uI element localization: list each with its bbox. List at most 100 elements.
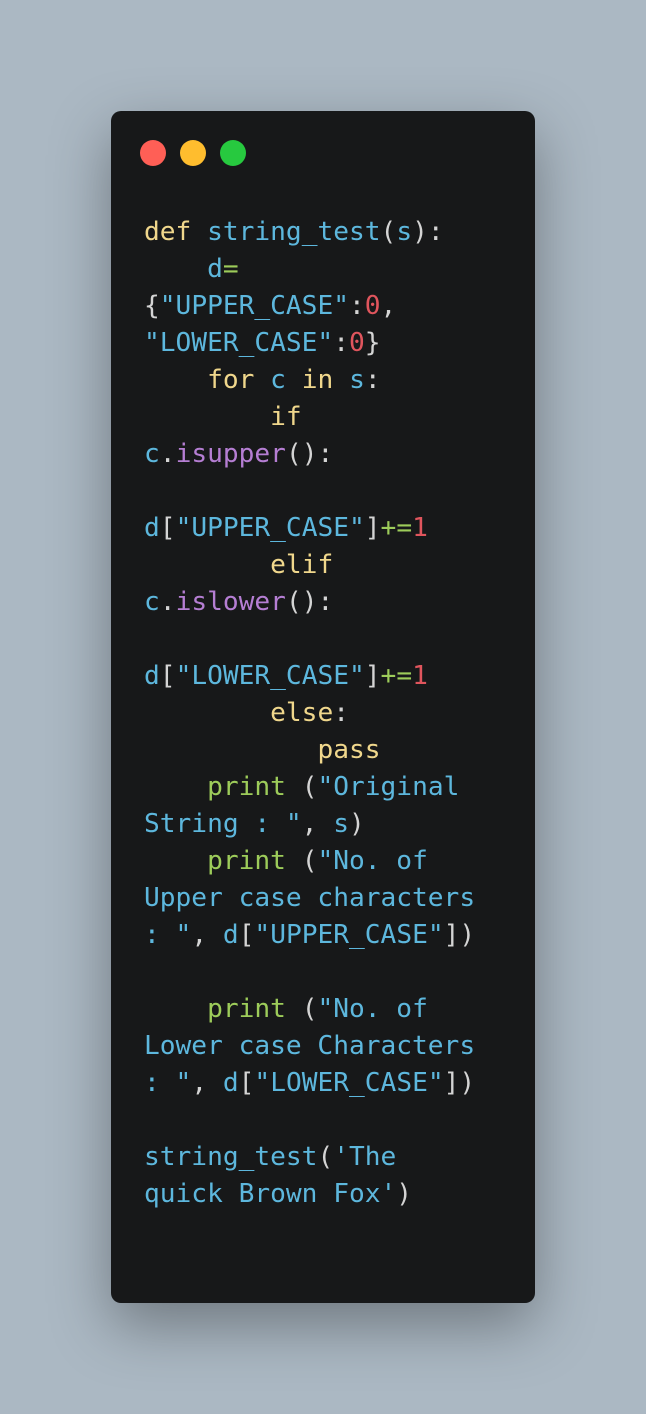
code-token: { bbox=[144, 291, 160, 321]
code-token: ( bbox=[317, 1142, 334, 1172]
code-line: Upper case characters bbox=[144, 880, 475, 917]
code-line: elif bbox=[144, 547, 475, 584]
code-token: elif bbox=[270, 550, 334, 580]
code-token: "LOWER_CASE" bbox=[144, 328, 334, 358]
code-token: in bbox=[301, 365, 334, 395]
code-token: "UPPER_CASE" bbox=[175, 513, 365, 543]
code-token: if bbox=[270, 402, 302, 432]
code-line: print ("No. of bbox=[144, 991, 475, 1028]
code-token: ( bbox=[380, 217, 397, 247]
code-token: ) bbox=[396, 1179, 413, 1209]
code-line: c.islower(): bbox=[144, 584, 475, 621]
code-line: else: bbox=[144, 695, 475, 732]
code-line: String : ", s) bbox=[144, 806, 475, 843]
code-token: "LOWER_CASE" bbox=[254, 1068, 444, 1098]
code-token: d bbox=[144, 661, 160, 691]
code-token: print bbox=[207, 846, 286, 876]
code-token: : " bbox=[144, 1068, 192, 1098]
code-token: 1 bbox=[412, 661, 428, 691]
code-token: d bbox=[144, 513, 160, 543]
code-line: Lower case Characters bbox=[144, 1028, 475, 1065]
code-token: string_test bbox=[207, 217, 381, 247]
code-token: else bbox=[270, 698, 334, 728]
maximize-button[interactable] bbox=[220, 140, 246, 166]
code-line: : ", d["LOWER_CASE"]) bbox=[144, 1065, 475, 1102]
code-token: : " bbox=[144, 920, 192, 950]
code-token: [ bbox=[159, 661, 176, 691]
code-token: def bbox=[144, 217, 192, 247]
code-token: ( bbox=[285, 846, 318, 876]
code-token: s bbox=[396, 217, 413, 247]
code-token: "No. of bbox=[317, 994, 428, 1024]
code-line: if bbox=[144, 399, 475, 436]
code-token: "No. of bbox=[317, 846, 428, 876]
code-token: : bbox=[348, 291, 365, 321]
code-token: += bbox=[380, 513, 413, 543]
code-token: ]) bbox=[443, 1068, 476, 1098]
code-token: ] bbox=[364, 513, 381, 543]
code-token: ] bbox=[364, 661, 381, 691]
code-token: "LOWER_CASE" bbox=[175, 661, 365, 691]
code-token: c bbox=[270, 365, 286, 395]
close-button[interactable] bbox=[140, 140, 166, 166]
code-token: ) bbox=[349, 809, 365, 839]
code-line: d["UPPER_CASE"]+=1 bbox=[144, 510, 475, 547]
code-line: d= bbox=[144, 251, 475, 288]
code-token: Upper case characters bbox=[144, 883, 476, 913]
code-line: d["LOWER_CASE"]+=1 bbox=[144, 658, 475, 695]
code-token: [ bbox=[238, 920, 255, 950]
code-line: print ("No. of bbox=[144, 843, 475, 880]
code-token: . bbox=[159, 439, 176, 469]
code-token: d bbox=[222, 1068, 239, 1098]
code-line: def string_test(s): bbox=[144, 214, 475, 251]
code-token: : bbox=[333, 328, 349, 358]
code-token: = bbox=[222, 254, 239, 284]
code-token: print bbox=[207, 772, 286, 802]
code-token: ): bbox=[412, 217, 444, 247]
code-token: , bbox=[301, 809, 334, 839]
code-token: s bbox=[333, 809, 349, 839]
code-token: print bbox=[207, 994, 286, 1024]
code-token: "UPPER_CASE" bbox=[254, 920, 444, 950]
code-token: String : " bbox=[144, 809, 302, 839]
code-token: 1 bbox=[412, 513, 428, 543]
code-line: print ("Original bbox=[144, 769, 475, 806]
code-line: for c in s: bbox=[144, 362, 475, 399]
code-line: : ", d["UPPER_CASE"]) bbox=[144, 917, 475, 954]
code-token: : bbox=[333, 698, 349, 728]
code-token: quick Brown Fox' bbox=[144, 1179, 397, 1209]
code-token: [ bbox=[159, 513, 176, 543]
code-token: islower bbox=[175, 587, 286, 617]
code-token: ]) bbox=[443, 920, 476, 950]
code-token: isupper bbox=[175, 439, 286, 469]
code-token: c bbox=[144, 439, 160, 469]
minimize-button[interactable] bbox=[180, 140, 206, 166]
code-token: s bbox=[349, 365, 365, 395]
code-token: : bbox=[364, 365, 381, 395]
code-token: , bbox=[380, 291, 397, 321]
code-token: for bbox=[207, 365, 255, 395]
code-token: c bbox=[144, 587, 160, 617]
code-token: ( bbox=[285, 994, 318, 1024]
code-token: string_test bbox=[144, 1142, 318, 1172]
code-token: 'The bbox=[333, 1142, 397, 1172]
code-line: pass bbox=[144, 732, 475, 769]
code-token: += bbox=[380, 661, 413, 691]
code-token: [ bbox=[238, 1068, 255, 1098]
code-token: 0 bbox=[348, 328, 365, 358]
code-window: def string_test(s): d= {"UPPER_CASE":0, "L… bbox=[111, 111, 535, 1303]
code-token: d bbox=[207, 254, 223, 284]
